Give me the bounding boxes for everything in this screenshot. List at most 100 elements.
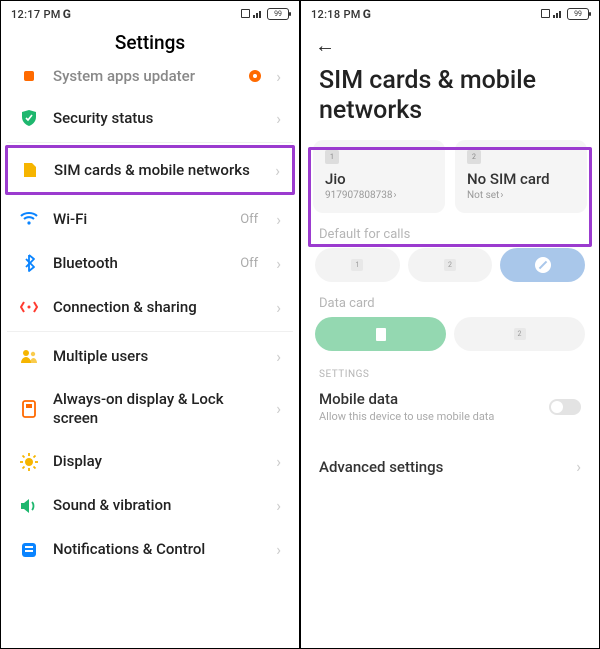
default-calls-label: Default for calls bbox=[301, 213, 599, 248]
data-card-label: Data card bbox=[301, 282, 599, 317]
data-sim-1[interactable] bbox=[315, 317, 446, 351]
battery-icon: 99 bbox=[267, 8, 289, 20]
chevron-right-icon: › bbox=[276, 210, 281, 229]
sim-slot-2[interactable]: 2 No SIM card Not set› bbox=[455, 140, 587, 213]
call-sim-2[interactable]: 2 bbox=[408, 248, 493, 282]
sim-name: Jio bbox=[325, 170, 433, 188]
settings-list-2: Wi-Fi Off › Bluetooth Off › Connection &… bbox=[1, 197, 299, 329]
row-advanced[interactable]: Advanced settings › bbox=[301, 433, 599, 486]
system-updater-icon bbox=[19, 66, 39, 86]
row-label: Multiple users bbox=[53, 347, 262, 366]
separator bbox=[7, 331, 293, 332]
chevron-right-icon: › bbox=[576, 457, 581, 476]
row-mobile-data[interactable]: Mobile data Allow this device to use mob… bbox=[301, 384, 599, 433]
aod-icon bbox=[19, 399, 39, 419]
slot-badge: 1 bbox=[325, 150, 339, 164]
chevron-right-icon: › bbox=[393, 190, 396, 201]
chevron-right-icon: › bbox=[276, 254, 281, 273]
page-title: Settings bbox=[1, 23, 299, 64]
default-calls-selector: 1 2 bbox=[301, 248, 599, 282]
bluetooth-icon bbox=[19, 253, 39, 273]
update-badge-icon bbox=[248, 69, 262, 83]
separator bbox=[7, 142, 293, 143]
slot-badge: 2 bbox=[467, 150, 481, 164]
setting-sub: Allow this device to use mobile data bbox=[319, 410, 549, 423]
battery-icon: 99 bbox=[567, 8, 589, 20]
row-label: Always-on display & Lock screen bbox=[53, 390, 262, 428]
chevron-right-icon: › bbox=[275, 161, 280, 180]
row-label: Security status bbox=[53, 109, 262, 128]
sim-settings-screen: 12:18 PMG 99 ← SIM cards & mobile networ… bbox=[300, 0, 600, 649]
row-multiple-users[interactable]: Multiple users › bbox=[7, 334, 293, 378]
sim-slot-1[interactable]: 1 Jio 917907808738› bbox=[313, 140, 445, 213]
row-label: Notifications & Control bbox=[53, 540, 262, 559]
highlighted-sim-row: SIM cards & mobile networks › bbox=[5, 145, 295, 195]
wifi-icon bbox=[19, 209, 39, 229]
shield-icon bbox=[19, 108, 39, 128]
sim-status-icon bbox=[541, 9, 550, 18]
row-value: Off bbox=[240, 212, 258, 227]
sim-number: 917907808738› bbox=[325, 190, 433, 201]
row-label: Sound & vibration bbox=[53, 496, 262, 515]
chevron-right-icon: › bbox=[276, 399, 281, 418]
call-always-ask[interactable] bbox=[500, 248, 585, 282]
row-wifi[interactable]: Wi-Fi Off › bbox=[7, 197, 293, 241]
data-card-selector: 2 bbox=[301, 317, 599, 351]
settings-list-3: Multiple users › Always-on display & Loc… bbox=[1, 334, 299, 562]
notifications-icon bbox=[19, 540, 39, 560]
google-badge: G bbox=[63, 7, 71, 21]
chevron-right-icon: › bbox=[276, 109, 281, 128]
sim-icon bbox=[20, 160, 40, 180]
sim-doc-icon bbox=[376, 328, 386, 341]
row-sound[interactable]: Sound & vibration › bbox=[7, 484, 293, 528]
mobile-data-toggle[interactable] bbox=[549, 399, 581, 415]
row-aod[interactable]: Always-on display & Lock screen › bbox=[7, 378, 293, 440]
sim-status-icon bbox=[241, 9, 250, 18]
sim-status: Not set› bbox=[467, 190, 575, 201]
chevron-right-icon: › bbox=[500, 190, 503, 201]
signal-icon bbox=[253, 9, 264, 18]
status-bar: 12:17 PMG 99 bbox=[1, 1, 299, 23]
row-label: SIM cards & mobile networks bbox=[54, 161, 261, 180]
sound-icon bbox=[19, 496, 39, 516]
row-system-updater[interactable]: System apps updater › bbox=[7, 64, 293, 96]
clock: 12:18 PM bbox=[311, 8, 361, 21]
connection-icon bbox=[19, 297, 39, 317]
settings-list: System apps updater › Security status › bbox=[1, 64, 299, 140]
settings-caption: SETTINGS bbox=[301, 351, 599, 384]
settings-screen: 12:17 PMG 99 Settings System apps update… bbox=[0, 0, 300, 649]
row-security[interactable]: Security status › bbox=[7, 96, 293, 140]
row-value: Off bbox=[240, 256, 258, 271]
data-sim-2[interactable]: 2 bbox=[454, 317, 585, 351]
row-label: System apps updater bbox=[53, 67, 234, 86]
display-icon bbox=[19, 452, 39, 472]
clock: 12:17 PM bbox=[11, 8, 61, 21]
chevron-right-icon: › bbox=[276, 298, 281, 317]
row-label: Bluetooth bbox=[53, 254, 226, 273]
page-title: SIM cards & mobile networks bbox=[301, 58, 599, 140]
ban-icon bbox=[535, 257, 551, 273]
signal-icon bbox=[553, 9, 564, 18]
google-badge: G bbox=[363, 7, 371, 21]
chevron-right-icon: › bbox=[276, 496, 281, 515]
setting-title: Mobile data bbox=[319, 390, 549, 408]
back-button[interactable]: ← bbox=[301, 23, 599, 58]
row-connection[interactable]: Connection & sharing › bbox=[7, 285, 293, 329]
row-bluetooth[interactable]: Bluetooth Off › bbox=[7, 241, 293, 285]
row-notifications[interactable]: Notifications & Control › bbox=[7, 528, 293, 562]
chevron-right-icon: › bbox=[276, 540, 281, 559]
advanced-label: Advanced settings bbox=[319, 458, 576, 476]
row-label: Wi-Fi bbox=[53, 210, 226, 229]
status-bar: 12:18 PMG 99 bbox=[301, 1, 599, 23]
call-sim-1[interactable]: 1 bbox=[315, 248, 400, 282]
sim-cards: 1 Jio 917907808738› 2 No SIM card Not se… bbox=[301, 140, 599, 213]
row-label: Connection & sharing bbox=[53, 298, 262, 317]
row-label: Display bbox=[53, 452, 262, 471]
row-display[interactable]: Display › bbox=[7, 440, 293, 484]
arrow-left-icon: ← bbox=[315, 33, 335, 57]
chevron-right-icon: › bbox=[276, 452, 281, 471]
chevron-right-icon: › bbox=[276, 347, 281, 366]
sim-name: No SIM card bbox=[467, 170, 575, 188]
row-sim-networks[interactable]: SIM cards & mobile networks › bbox=[8, 148, 292, 192]
users-icon bbox=[19, 346, 39, 366]
